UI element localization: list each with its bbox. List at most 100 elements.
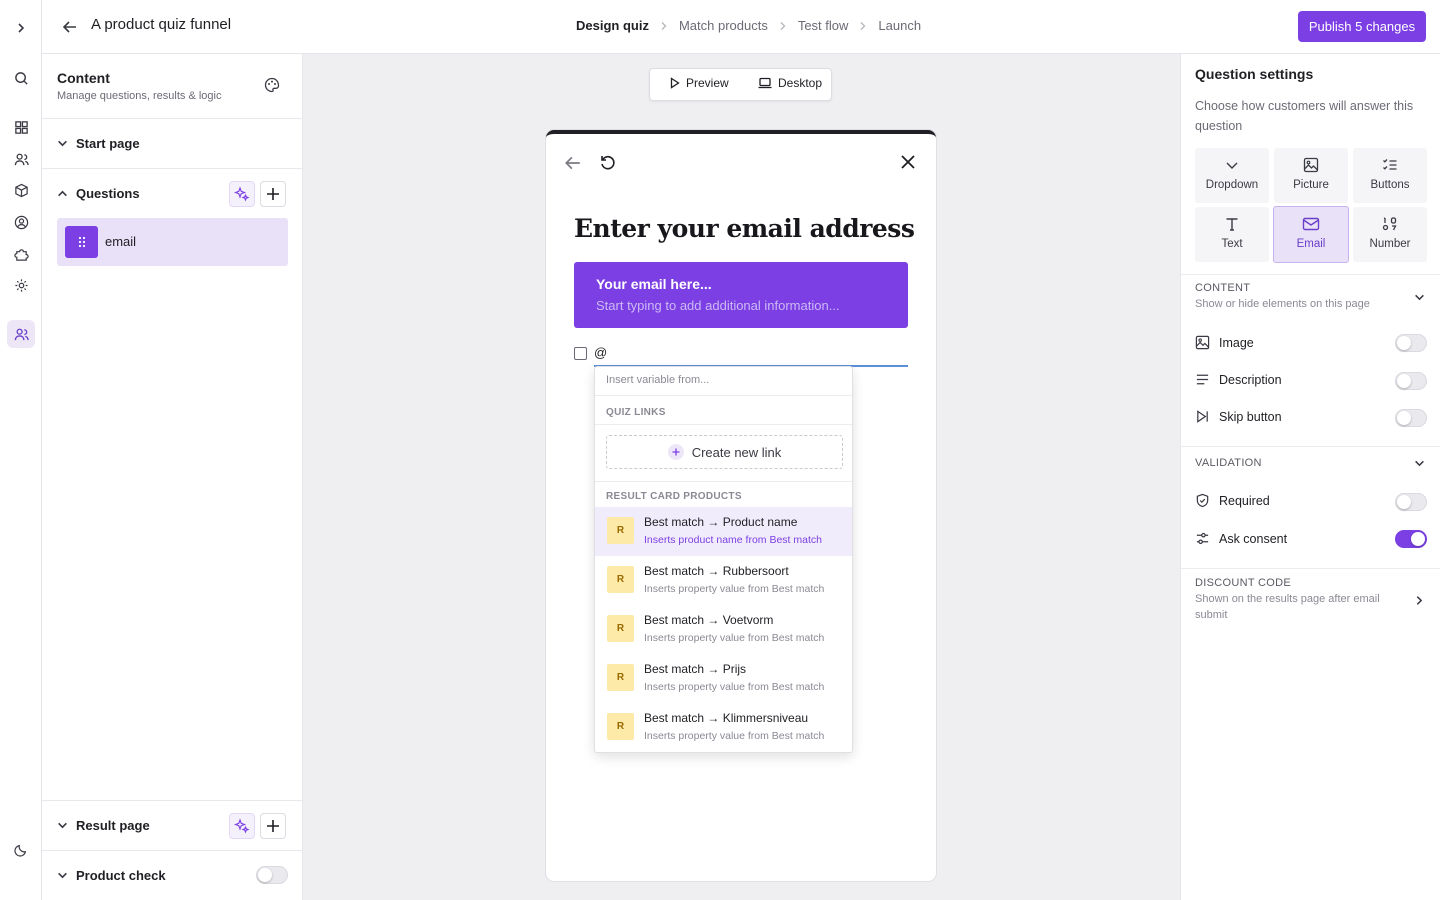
option-subtitle: Inserts property value from Best match <box>644 730 825 742</box>
sparkle-icon <box>234 186 250 202</box>
ai-sparkle-button[interactable] <box>229 813 255 839</box>
publish-button[interactable]: Publish 5 changes <box>1298 11 1426 42</box>
skip-button-toggle[interactable] <box>1395 409 1427 427</box>
variable-dropdown: Insert variable from... QUIZ LINKS Creat… <box>594 366 853 753</box>
question-settings-panel: Question settings Choose how customers w… <box>1180 54 1440 900</box>
drag-handle-icon[interactable] <box>65 226 98 258</box>
close-icon[interactable] <box>900 154 916 170</box>
type-buttons[interactable]: Buttons <box>1353 148 1427 203</box>
moon-icon[interactable] <box>7 836 35 864</box>
section-label: Questions <box>76 186 140 201</box>
variable-option[interactable]: R Best match → Voetvorm Inserts property… <box>595 605 852 654</box>
section-questions[interactable]: Questions <box>57 186 140 201</box>
desktop-button[interactable]: Desktop <box>758 76 822 90</box>
type-label: Text <box>1221 238 1243 250</box>
step-match-products[interactable]: Match products <box>679 18 768 33</box>
step-test-flow[interactable]: Test flow <box>798 18 849 33</box>
section-label: Product check <box>76 868 166 883</box>
settings-title: Question settings <box>1195 66 1314 82</box>
chevron-down-icon[interactable] <box>1414 292 1425 303</box>
chevron-down-icon[interactable] <box>1414 458 1425 469</box>
skip-button-row: Skip button <box>1195 409 1282 424</box>
section-result-page[interactable]: Result page <box>57 818 150 833</box>
result-products-heading: RESULT CARD PRODUCTS <box>606 491 742 502</box>
consent-text-input[interactable]: @ <box>594 343 908 367</box>
type-dropdown[interactable]: Dropdown <box>1195 148 1269 203</box>
variable-option[interactable]: R Best match → Klimmersniveau Inserts pr… <box>595 703 852 752</box>
search-icon[interactable] <box>7 64 35 92</box>
image-icon <box>1303 157 1319 173</box>
box-icon[interactable] <box>7 176 35 204</box>
image-icon <box>1195 335 1210 350</box>
required-row: Required <box>1195 493 1270 508</box>
required-toggle[interactable] <box>1395 493 1427 511</box>
create-link-button[interactable]: Create new link <box>606 435 843 469</box>
option-title: Best match → Prijs <box>644 662 747 676</box>
ask-consent-label: Ask consent <box>1219 531 1288 546</box>
consent-checkbox[interactable] <box>574 347 587 360</box>
question-item-email[interactable]: email <box>57 218 288 266</box>
chevron-right-icon[interactable] <box>1414 595 1425 606</box>
divider <box>42 118 303 119</box>
description-toggle[interactable] <box>1395 372 1427 390</box>
panel-title: Content <box>57 70 110 86</box>
type-label: Picture <box>1293 179 1329 191</box>
product-check-toggle[interactable] <box>256 866 288 884</box>
email-input[interactable]: Your email here... Start typing to add a… <box>574 262 908 328</box>
section-label: Start page <box>76 136 140 151</box>
variable-search-input[interactable]: Insert variable from... <box>595 367 852 396</box>
step-launch[interactable]: Launch <box>878 18 921 33</box>
account-icon[interactable] <box>7 208 35 236</box>
ask-consent-row: Ask consent <box>1195 531 1287 546</box>
divider <box>1181 446 1440 447</box>
add-result-button[interactable] <box>260 813 286 839</box>
back-arrow-icon[interactable] <box>58 15 82 39</box>
add-question-button[interactable] <box>260 181 286 207</box>
result-badge: R <box>607 713 634 740</box>
divider <box>42 800 303 801</box>
preview-button[interactable]: Preview <box>670 76 729 90</box>
variable-option[interactable]: R Best match → Rubbersoort Inserts prope… <box>595 556 852 605</box>
shield-check-icon <box>1195 493 1210 508</box>
audience-icon[interactable] <box>7 320 35 348</box>
ai-sparkle-button[interactable] <box>229 181 255 207</box>
back-arrow-icon[interactable] <box>564 154 582 172</box>
option-subtitle: Inserts property value from Best match <box>644 632 825 644</box>
gear-icon[interactable] <box>7 271 35 299</box>
result-badge: R <box>607 566 634 593</box>
quiz-links-heading: QUIZ LINKS <box>606 407 666 418</box>
image-toggle[interactable] <box>1395 334 1427 352</box>
section-product-check[interactable]: Product check <box>57 868 166 883</box>
divider <box>595 424 852 425</box>
variable-option[interactable]: R Best match → Prijs Inserts property va… <box>595 654 852 703</box>
type-picture[interactable]: Picture <box>1274 148 1348 203</box>
type-number[interactable]: Number <box>1353 207 1427 262</box>
result-badge: R <box>607 664 634 691</box>
puzzle-icon[interactable] <box>7 240 35 268</box>
chevron-down-icon <box>57 870 68 881</box>
option-title: Best match → Voetvorm <box>644 613 774 627</box>
palette-icon[interactable] <box>264 77 284 97</box>
variable-option[interactable]: R Best match → Product name Inserts prod… <box>595 507 852 556</box>
top-bar: A product quiz funnel Design quiz Match … <box>42 0 1440 54</box>
description-label: Description <box>1219 372 1282 387</box>
plus-icon <box>267 820 279 832</box>
type-text[interactable]: Text <box>1195 207 1269 262</box>
section-start-page[interactable]: Start page <box>57 136 140 151</box>
create-link-label: Create new link <box>691 444 782 460</box>
type-email[interactable]: Email <box>1273 206 1349 263</box>
ask-consent-toggle[interactable] <box>1395 530 1427 548</box>
dashboard-icon[interactable] <box>7 113 35 141</box>
users-icon[interactable] <box>7 145 35 173</box>
result-badge: R <box>607 517 634 544</box>
page-title: A product quiz funnel <box>91 16 232 33</box>
content-panel: Content Manage questions, results & logi… <box>42 54 303 900</box>
sparkle-icon <box>234 818 250 834</box>
step-design-quiz[interactable]: Design quiz <box>576 18 649 33</box>
expand-chevron-icon[interactable] <box>7 14 35 42</box>
play-icon <box>670 77 680 89</box>
description-row: Description <box>1195 372 1282 387</box>
restart-icon[interactable] <box>598 152 618 172</box>
content-subtitle: Show or hide elements on this page <box>1195 298 1370 310</box>
number-icon <box>1382 217 1397 231</box>
